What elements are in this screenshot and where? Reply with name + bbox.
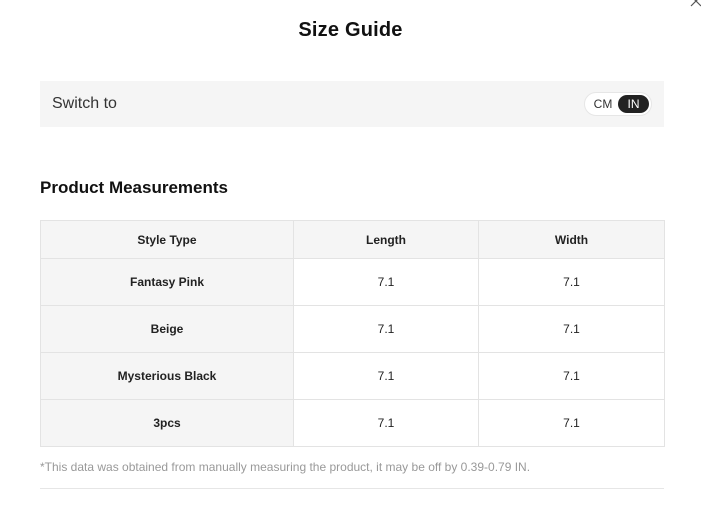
dialog-title: Size Guide [298, 19, 403, 41]
measurement-note: *This data was obtained from manually me… [40, 460, 531, 474]
row-width: 7.1 [478, 352, 665, 400]
unit-cm-option[interactable]: CM [588, 95, 618, 113]
table-row: 3pcs 7.1 7.1 [40, 399, 665, 447]
table-row: Fantasy Pink 7.1 7.1 [40, 258, 665, 306]
header-style-type: Style Type [40, 220, 294, 259]
row-style: Fantasy Pink [40, 258, 294, 306]
unit-in-option[interactable]: IN [618, 95, 649, 113]
row-width: 7.1 [478, 305, 665, 353]
divider [40, 488, 664, 489]
row-width: 7.1 [478, 258, 665, 306]
row-style: Mysterious Black [40, 352, 294, 400]
row-length: 7.1 [293, 399, 479, 447]
row-style: Beige [40, 305, 294, 353]
table-row: Beige 7.1 7.1 [40, 305, 665, 353]
row-length: 7.1 [293, 352, 479, 400]
unit-toggle[interactable]: CM IN [584, 92, 652, 116]
unit-switch-bar: Switch to CM IN [40, 81, 664, 127]
switch-label: Switch to [52, 95, 117, 112]
section-title: Product Measurements [40, 178, 228, 197]
table-header-row: Style Type Length Width [40, 220, 665, 259]
row-style: 3pcs [40, 399, 294, 447]
close-icon[interactable] [689, 0, 701, 8]
table-row: Mysterious Black 7.1 7.1 [40, 352, 665, 400]
row-width: 7.1 [478, 399, 665, 447]
row-length: 7.1 [293, 258, 479, 306]
header-length: Length [293, 220, 479, 259]
header-width: Width [478, 220, 665, 259]
measurements-table: Style Type Length Width Fantasy Pink 7.1… [40, 220, 665, 447]
row-length: 7.1 [293, 305, 479, 353]
